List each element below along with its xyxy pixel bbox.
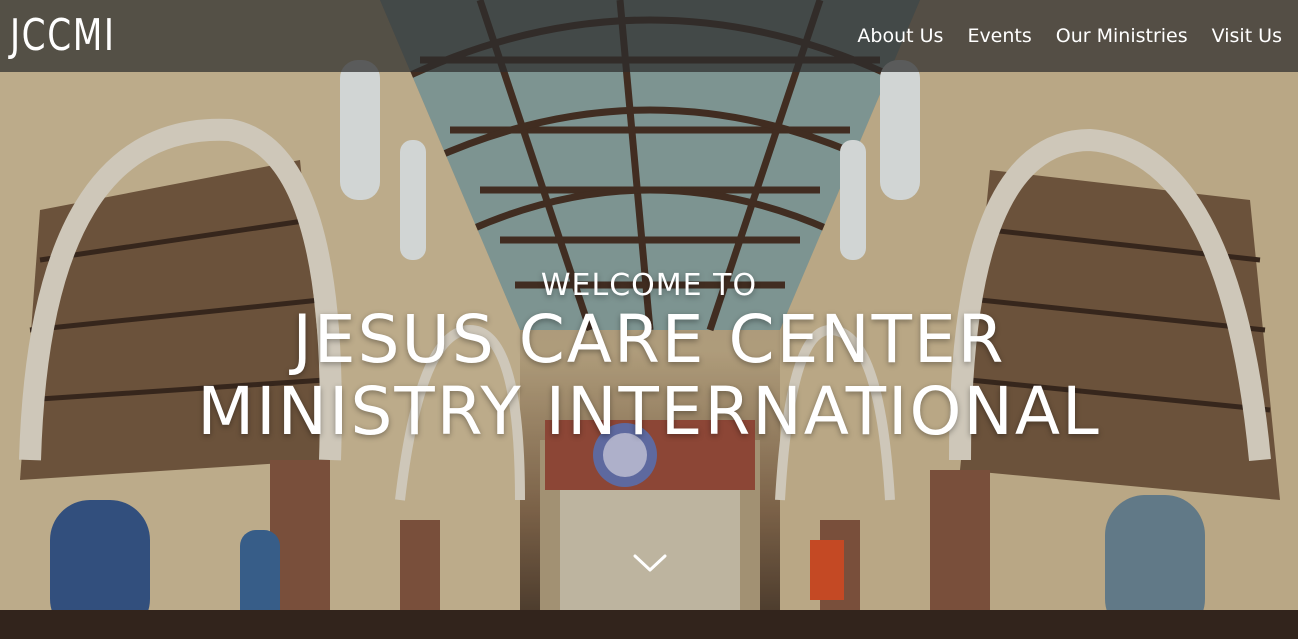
nav-link-events[interactable]: Events xyxy=(967,25,1031,47)
nav-link-visit-us[interactable]: Visit Us xyxy=(1212,25,1282,47)
welcome-text: WELCOME TO xyxy=(540,268,758,303)
hero-title-line-2: MINISTRY INTERNATIONAL xyxy=(197,373,1101,450)
nav-link-our-ministries[interactable]: Our Ministries xyxy=(1056,25,1188,47)
top-navbar: JCCMI About Us Events Our Ministries Vis… xyxy=(0,0,1298,72)
chevron-down-icon[interactable] xyxy=(632,548,668,578)
brand-logo[interactable]: JCCMI xyxy=(10,6,116,66)
hero-section: JCCMI About Us Events Our Ministries Vis… xyxy=(0,0,1298,639)
hero-title-line-1: JESUS CARE CENTER xyxy=(292,301,1006,378)
nav-links: About Us Events Our Ministries Visit Us xyxy=(833,0,1282,72)
nav-link-about-us[interactable]: About Us xyxy=(857,25,943,47)
